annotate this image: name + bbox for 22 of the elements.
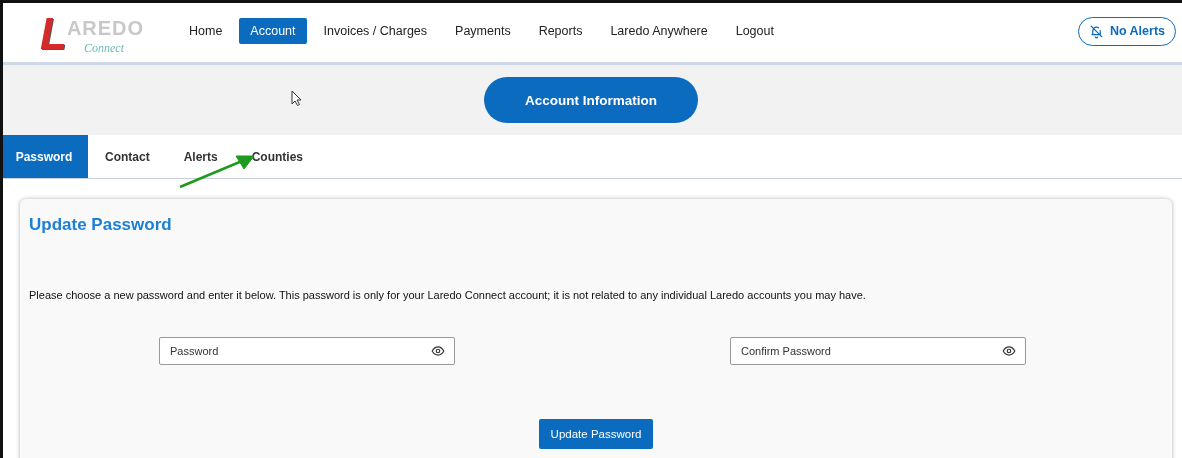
update-password-button[interactable]: Update Password (538, 419, 654, 449)
eye-icon[interactable] (1002, 344, 1016, 358)
cursor-icon (291, 90, 302, 106)
account-information-button[interactable]: Account Information (484, 77, 698, 123)
nav-link[interactable]: Reports (527, 18, 594, 44)
nav-link[interactable]: Home (178, 18, 234, 44)
card-title: Update Password (29, 215, 173, 235)
tab[interactable]: Contact (88, 135, 167, 178)
bell-off-icon (1088, 23, 1104, 39)
description-text: Please choose a new password and enter it below. This password is only for your Laredo Connect account; it is not related to any individual Laredo accounts you may have. (29, 289, 867, 301)
password-field[interactable]: Password (159, 337, 455, 365)
nav-link[interactable]: Account (239, 18, 307, 44)
password-field[interactable]: Confirm Password (730, 337, 1026, 365)
tab[interactable]: Alerts (166, 135, 235, 178)
tab[interactable]: Counties (234, 135, 321, 178)
eye-icon[interactable] (431, 344, 445, 358)
nav-link[interactable]: Laredo Anywhere (599, 18, 719, 44)
alerts-button[interactable]: No Alerts (1077, 16, 1176, 46)
nav-link[interactable]: Payments (444, 18, 522, 44)
nav-link[interactable]: Invoices / Charges (312, 18, 439, 44)
tab[interactable]: Password (0, 135, 88, 178)
nav-link[interactable]: Logout (724, 18, 785, 44)
